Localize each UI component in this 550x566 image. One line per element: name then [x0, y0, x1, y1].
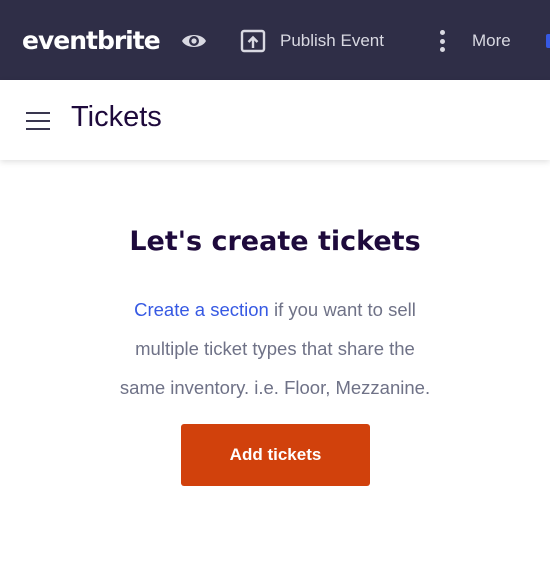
page-title: Tickets — [71, 101, 162, 133]
eventbrite-logo[interactable]: eventbrite — [22, 26, 161, 55]
upload-box-icon — [240, 29, 266, 53]
partially-visible-button[interactable] — [546, 34, 550, 48]
empty-state-heading: Let's create tickets — [129, 226, 421, 257]
description-line-3: same inventory. i.e. Floor, Mezzanine. — [119, 377, 431, 398]
more-menu-button[interactable]: More — [436, 28, 511, 54]
kebab-vertical-icon — [436, 28, 448, 54]
description-line-1: Create a section if you want to sell — [60, 290, 490, 329]
more-label: More — [472, 31, 511, 50]
publish-event-label: Publish Event — [280, 31, 384, 50]
description-line-1-rest: if you want to sell — [268, 299, 416, 320]
top-navigation-bar: eventbrite Publish Event More — [0, 0, 550, 80]
description-line-2: multiple ticket types that share the — [135, 338, 415, 359]
create-section-link[interactable]: Create a section — [134, 299, 269, 320]
hamburger-menu-icon[interactable] — [26, 110, 50, 132]
add-tickets-button[interactable]: Add tickets — [181, 424, 370, 486]
eye-icon[interactable] — [180, 29, 208, 53]
empty-state-description: Create a section if you want to sell mul… — [60, 290, 490, 407]
publish-event-button[interactable]: Publish Event — [240, 28, 384, 54]
